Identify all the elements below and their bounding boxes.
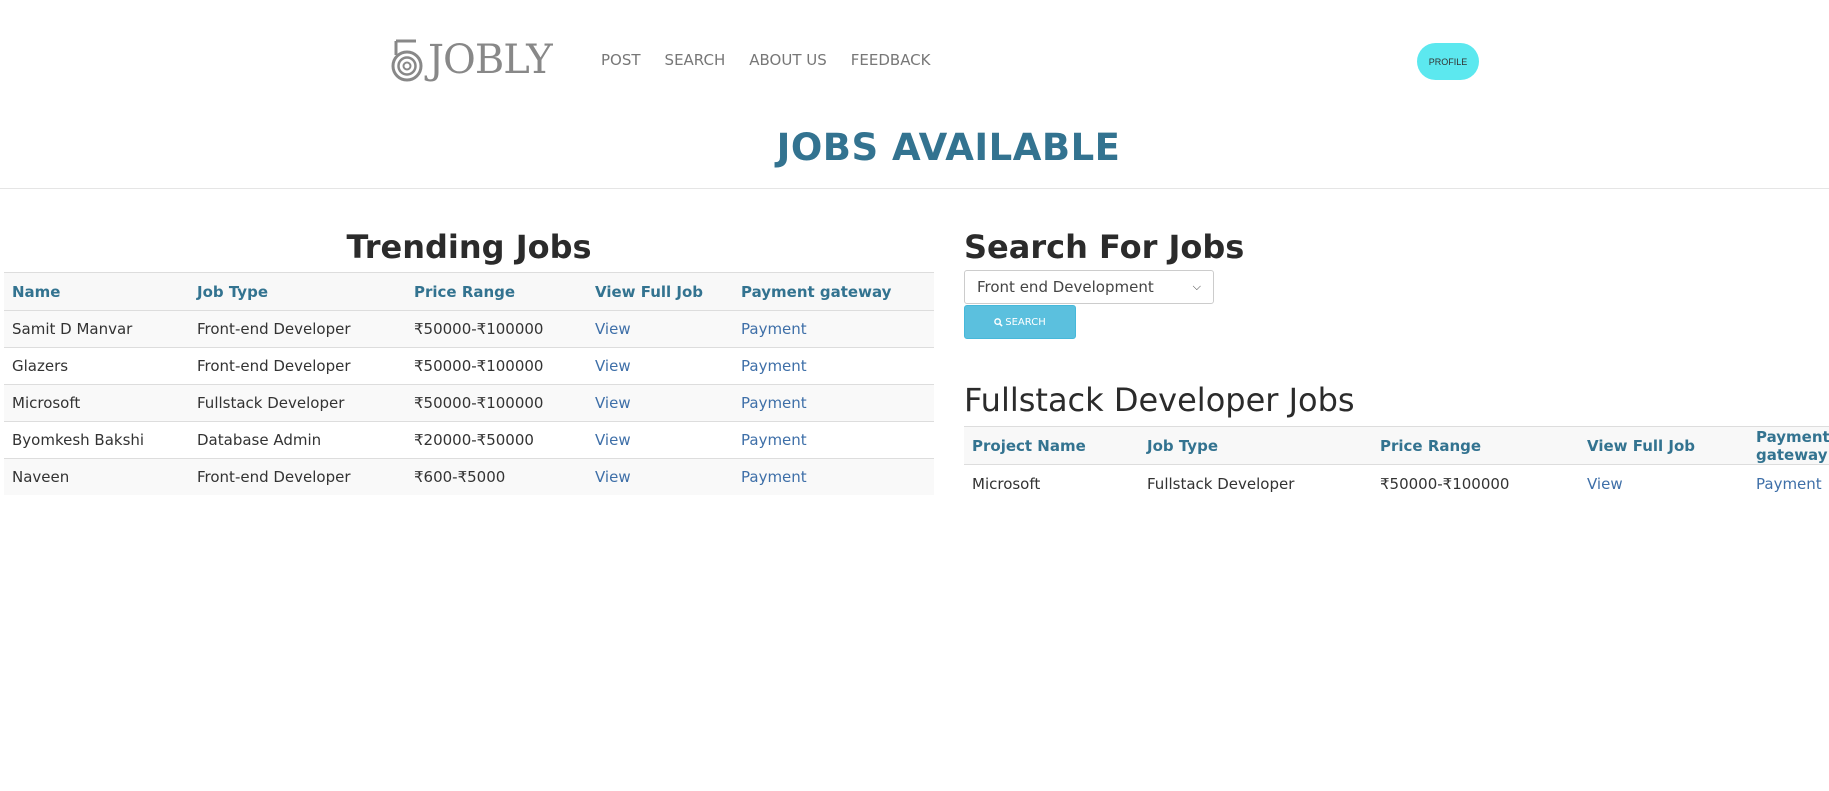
price-range-cell: ₹50000-₹100000 <box>406 384 587 422</box>
trending-jobs-title: Trending Jobs <box>346 228 592 266</box>
payment-link[interactable]: Payment <box>741 468 807 486</box>
chevron-down-icon: ⌵ <box>1192 280 1201 293</box>
column-header: Name <box>12 282 61 301</box>
job-type-cell: Front-end Developer <box>189 458 406 495</box>
price-range-cell: ₹50000-₹100000 <box>1372 464 1579 503</box>
search-jobs-title: Search For Jobs <box>964 228 1245 266</box>
table-row: Samit D Manvar Front-end Developer ₹5000… <box>4 310 934 348</box>
price-range-cell: ₹20000-₹50000 <box>406 421 587 459</box>
job-name-cell: Microsoft <box>4 384 189 422</box>
payment-link[interactable]: Payment <box>741 394 807 412</box>
price-range-cell: ₹50000-₹100000 <box>406 347 587 385</box>
payment-link[interactable]: Payment <box>741 431 807 449</box>
table-header-row: Project Name Job Type Price Range View F… <box>964 426 1829 465</box>
top-navbar: JOBLY POST SEARCH ABOUT US FEEDBACK PROF… <box>0 0 1829 120</box>
view-link[interactable]: View <box>595 431 631 449</box>
payment-link[interactable]: Payment <box>741 320 807 338</box>
table-row: Byomkesh Bakshi Database Admin ₹20000-₹5… <box>4 421 934 459</box>
job-type-cell: Front-end Developer <box>189 310 406 348</box>
brand-name: JOBLY <box>428 37 553 83</box>
project-name-cell: Microsoft <box>964 464 1139 503</box>
view-link[interactable]: View <box>595 468 631 486</box>
job-name-cell: Glazers <box>4 347 189 385</box>
payment-link[interactable]: Payment <box>1756 475 1822 493</box>
search-button-label: SEARCH <box>1005 316 1046 328</box>
table-row: Glazers Front-end Developer ₹50000-₹1000… <box>4 347 934 385</box>
table-row: Microsoft Fullstack Developer ₹50000-₹10… <box>4 384 934 422</box>
search-button[interactable]: SEARCH <box>964 305 1076 339</box>
column-header: Job Type <box>197 282 268 301</box>
view-link[interactable]: View <box>1587 475 1623 493</box>
view-link[interactable]: View <box>595 394 631 412</box>
search-jobs-section: Search For Jobs Front end Development ⌵ … <box>964 224 1829 503</box>
trending-jobs-section: Trending Jobs Name Job Type Price Range … <box>4 224 934 495</box>
nav-post-link[interactable]: POST <box>601 51 641 69</box>
view-link[interactable]: View <box>595 357 631 375</box>
job-category-selected: Front end Development <box>977 278 1154 296</box>
header-divider <box>0 188 1829 189</box>
column-header: Price Range <box>414 282 516 301</box>
table-row: Microsoft Fullstack Developer ₹50000-₹10… <box>964 464 1829 503</box>
price-range-cell: ₹50000-₹100000 <box>406 310 587 348</box>
job-name-cell: Naveen <box>4 458 189 495</box>
brand-logo[interactable]: JOBLY <box>388 36 553 84</box>
job-name-cell: Samit D Manvar <box>4 310 189 348</box>
trending-jobs-table: Name Job Type Price Range View Full Job … <box>4 272 934 495</box>
page-title: JOBS AVAILABLE <box>776 126 1121 169</box>
job-name-cell: Byomkesh Bakshi <box>4 421 189 459</box>
job-type-cell: Database Admin <box>189 421 406 459</box>
column-header: View Full Job <box>1587 436 1696 455</box>
search-icon <box>994 317 1003 327</box>
job-type-cell: Fullstack Developer <box>189 384 406 422</box>
column-header: Payment gateway <box>1756 427 1829 464</box>
column-header: Payment gateway <box>741 282 892 301</box>
column-header: Price Range <box>1380 436 1482 455</box>
column-header: Job Type <box>1147 436 1218 455</box>
job-type-cell: Fullstack Developer <box>1139 464 1372 503</box>
nav-feedback-link[interactable]: FEEDBACK <box>851 51 931 69</box>
price-range-cell: ₹600-₹5000 <box>406 458 587 495</box>
nav-about-us-link[interactable]: ABOUT US <box>749 51 827 69</box>
fullstack-jobs-title: Fullstack Developer Jobs <box>964 381 1355 419</box>
view-link[interactable]: View <box>595 320 631 338</box>
table-row: Naveen Front-end Developer ₹600-₹5000 Vi… <box>4 458 934 495</box>
main-nav: POST SEARCH ABOUT US FEEDBACK <box>601 51 931 69</box>
job-type-cell: Front-end Developer <box>189 347 406 385</box>
table-header-row: Name Job Type Price Range View Full Job … <box>4 272 934 311</box>
column-header: Project Name <box>972 436 1086 455</box>
nav-search-link[interactable]: SEARCH <box>665 51 726 69</box>
profile-button[interactable]: PROFILE <box>1417 43 1479 80</box>
spiral-five-icon <box>391 39 423 82</box>
fullstack-jobs-table: Project Name Job Type Price Range View F… <box>964 426 1829 503</box>
payment-link[interactable]: Payment <box>741 357 807 375</box>
job-category-select[interactable]: Front end Development ⌵ <box>964 270 1214 304</box>
column-header: View Full Job <box>595 282 704 301</box>
